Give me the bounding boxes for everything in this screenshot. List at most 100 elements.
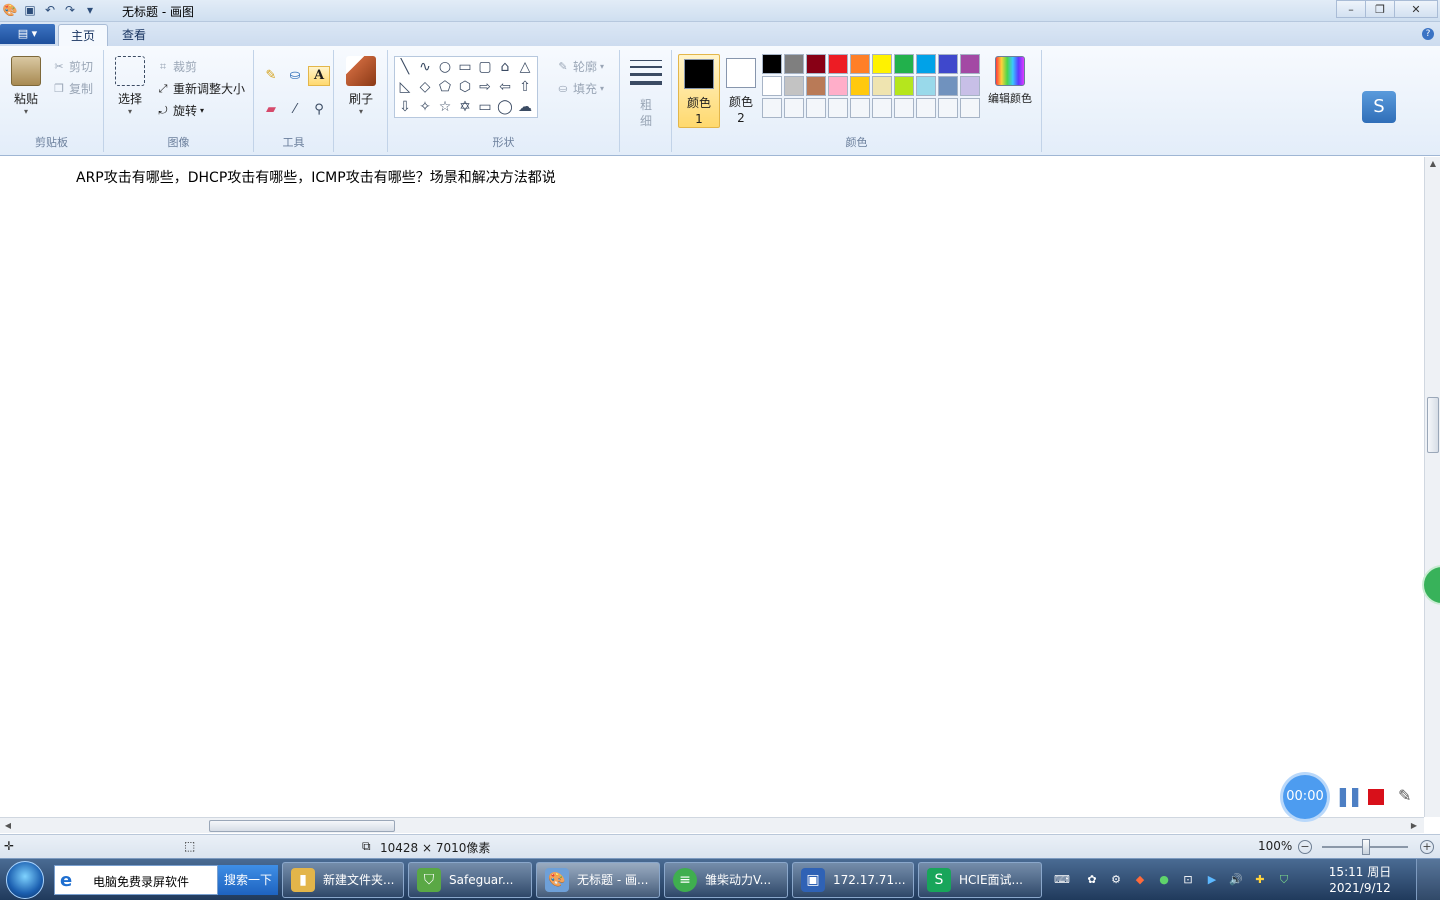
palette-swatch[interactable] (960, 54, 980, 74)
pentagon-shape-icon[interactable]: ⬠ (435, 77, 455, 97)
oval-shape-icon[interactable]: ○ (435, 57, 455, 77)
palette-swatch[interactable] (828, 76, 848, 96)
task-paint[interactable]: 🎨 无标题 - 画... (536, 862, 660, 898)
palette-swatch[interactable] (762, 54, 782, 74)
rectangle-shape-icon[interactable]: ▭ (455, 57, 475, 77)
four-point-star-shape-icon[interactable]: ✧ (415, 97, 435, 117)
oval-callout-shape-icon[interactable]: ◯ (495, 97, 515, 117)
right-triangle-shape-icon[interactable]: ◺ (395, 77, 415, 97)
palette-swatch[interactable] (872, 54, 892, 74)
palette-custom-slot[interactable] (894, 98, 914, 118)
five-point-star-shape-icon[interactable]: ☆ (435, 97, 455, 117)
palette-custom-slot[interactable] (960, 98, 980, 118)
text-tool-icon[interactable]: A (308, 66, 330, 86)
palette-swatch[interactable] (828, 54, 848, 74)
antivirus-icon[interactable]: ◆ (1132, 872, 1148, 888)
paint-app-icon[interactable]: 🎨 (2, 2, 18, 18)
drawing-canvas[interactable]: ARP攻击有哪些，DHCP攻击有哪些，ICMP攻击有哪些？场景和解决方法都说 (0, 157, 1424, 817)
select-button[interactable]: 选择 ▾ (112, 56, 148, 116)
eraser-icon[interactable]: ▰ (260, 100, 282, 120)
cut-button[interactable]: ✂ 剪切 (52, 58, 93, 75)
clock[interactable]: 15:11 周日 2021/9/12 (1322, 864, 1398, 896)
palette-swatch[interactable] (872, 76, 892, 96)
palette-custom-slot[interactable] (762, 98, 782, 118)
line-shape-icon[interactable]: ╲ (395, 57, 415, 77)
redo-icon[interactable]: ↷ (62, 2, 78, 18)
rect-callout-shape-icon[interactable]: ▭ (475, 97, 495, 117)
restore-button[interactable]: ❐ (1365, 0, 1395, 18)
scroll-right-icon[interactable]: ▶ (1406, 818, 1422, 834)
palette-custom-slot[interactable] (938, 98, 958, 118)
crop-button[interactable]: ⌗ 裁剪 (156, 58, 197, 75)
copy-button[interactable]: ❐ 复制 (52, 80, 93, 97)
palette-swatch[interactable] (850, 54, 870, 74)
rotate-button[interactable]: ⤾ 旋转 ▾ (156, 102, 204, 119)
pause-recording-icon[interactable]: ▌▌ (1340, 788, 1365, 807)
keyboard-icon[interactable]: ⌨ (1054, 872, 1070, 888)
rounded-rectangle-shape-icon[interactable]: ▢ (475, 57, 495, 77)
customize-qat-icon[interactable]: ▾ (82, 2, 98, 18)
up-arrow-shape-icon[interactable]: ⇧ (515, 77, 535, 97)
fill-button[interactable]: ⛀ 填充 ▾ (556, 80, 604, 97)
resize-button[interactable]: ⤢ 重新调整大小 (156, 80, 245, 97)
brushes-button[interactable]: 刷子 ▾ (342, 56, 380, 116)
edit-colors-button[interactable]: 编辑颜色 (982, 56, 1038, 106)
floating-app-badge-icon[interactable]: S (1362, 91, 1396, 123)
palette-custom-slot[interactable] (850, 98, 870, 118)
hexagon-shape-icon[interactable]: ⬡ (455, 77, 475, 97)
minimize-button[interactable]: – (1336, 0, 1366, 18)
tab-home[interactable]: 主页 (58, 24, 109, 46)
paste-button[interactable]: 粘贴 ▾ (8, 56, 44, 116)
palette-swatch[interactable] (784, 76, 804, 96)
horizontal-scroll-thumb[interactable] (209, 820, 395, 832)
triangle-shape-icon[interactable]: △ (515, 57, 535, 77)
flower-icon[interactable]: ✿ (1084, 872, 1100, 888)
vertical-scrollbar[interactable]: ▲ (1424, 157, 1440, 817)
task-folder[interactable]: ▮ 新建文件夹... (282, 862, 404, 898)
undo-icon[interactable]: ↶ (42, 2, 58, 18)
six-point-star-shape-icon[interactable]: ✡ (455, 97, 475, 117)
paint-menu-button[interactable]: ▤ ▾ (0, 24, 55, 44)
task-safeguard[interactable]: ⛉ Safeguar... (408, 862, 532, 898)
palette-custom-slot[interactable] (828, 98, 848, 118)
diamond-shape-icon[interactable]: ◇ (415, 77, 435, 97)
outline-button[interactable]: ✎ 轮廓 ▾ (556, 58, 604, 75)
tab-view[interactable]: 查看 (110, 24, 158, 46)
vertical-scroll-thumb[interactable] (1427, 397, 1439, 453)
save-icon[interactable]: ▣ (22, 2, 38, 18)
security-shield-icon[interactable]: ⛉ (1276, 872, 1292, 888)
zoom-out-icon[interactable]: − (1298, 840, 1312, 854)
close-button[interactable]: ✕ (1394, 0, 1438, 18)
palette-swatch[interactable] (806, 76, 826, 96)
color-picker-icon[interactable]: ⁄ (284, 100, 306, 120)
color2-button[interactable]: 颜色 2 (720, 54, 762, 128)
palette-swatch[interactable] (916, 76, 936, 96)
polygon-shape-icon[interactable]: ⌂ (495, 57, 515, 77)
task-app[interactable]: ≡ 雏柴动力V... (664, 862, 788, 898)
palette-swatch[interactable] (784, 54, 804, 74)
palette-custom-slot[interactable] (916, 98, 936, 118)
zoom-in-icon[interactable]: + (1420, 840, 1434, 854)
palette-swatch[interactable] (960, 76, 980, 96)
zoom-slider-thumb[interactable] (1362, 839, 1370, 855)
task-wps[interactable]: S HCIE面试... (918, 862, 1042, 898)
palette-custom-slot[interactable] (872, 98, 892, 118)
stop-recording-button[interactable] (1368, 789, 1384, 805)
plus-app-icon[interactable]: ✚ (1252, 872, 1268, 888)
help-icon[interactable]: ? (1422, 28, 1434, 40)
curve-shape-icon[interactable]: ∿ (415, 57, 435, 77)
pencil-icon[interactable]: ✎ (260, 66, 282, 86)
right-arrow-shape-icon[interactable]: ⇨ (475, 77, 495, 97)
horizontal-scrollbar[interactable]: ◀ ▶ (0, 817, 1424, 833)
scroll-left-icon[interactable]: ◀ (0, 818, 16, 834)
down-arrow-shape-icon[interactable]: ⇩ (395, 97, 415, 117)
magnifier-icon[interactable]: ⚲ (308, 100, 330, 120)
volume-icon[interactable]: 🔊 (1228, 872, 1244, 888)
palette-swatch[interactable] (916, 54, 936, 74)
scroll-up-icon[interactable]: ▲ (1425, 157, 1440, 171)
player-icon[interactable]: ▶ (1204, 872, 1220, 888)
palette-swatch[interactable] (850, 76, 870, 96)
annotate-pen-icon[interactable]: ✎ (1398, 786, 1411, 805)
palette-swatch[interactable] (894, 54, 914, 74)
palette-custom-slot[interactable] (784, 98, 804, 118)
